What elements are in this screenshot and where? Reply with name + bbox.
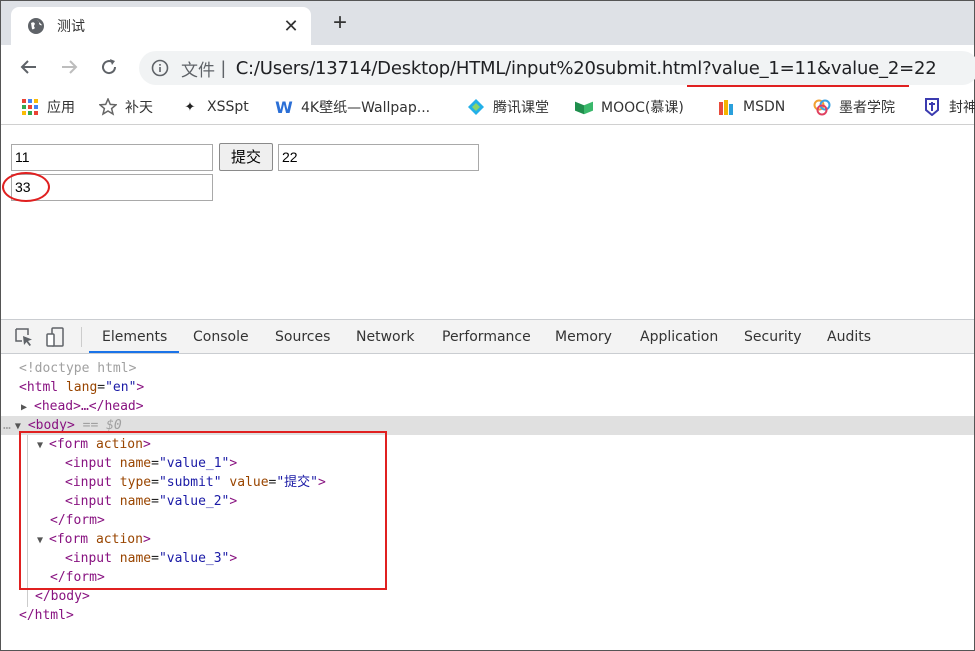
arrow-right-icon	[62, 60, 78, 74]
bookmark-msdn[interactable]: MSDN	[717, 97, 785, 117]
bookmark-mooc[interactable]: MOOC(慕课)	[575, 97, 684, 117]
dom-line-doctype[interactable]: <!doctype html>	[19, 359, 136, 378]
value-1-input[interactable]: 11	[11, 144, 213, 171]
tab-console[interactable]: Console	[193, 320, 249, 354]
xss-icon: ✦	[184, 99, 196, 115]
reload-icon	[102, 59, 117, 75]
bookmark-label: MOOC(慕课)	[601, 100, 684, 116]
bookmark-label: 应用	[47, 100, 75, 116]
tab-performance[interactable]: Performance	[442, 320, 531, 354]
star-icon	[99, 98, 117, 116]
address-bar[interactable]: 文件 | C:/Users/13714/Desktop/HTML/input%2…	[139, 51, 975, 85]
url-text[interactable]: C:/Users/13714/Desktop/HTML/input%20subm…	[236, 58, 937, 79]
tab-memory[interactable]: Memory	[555, 320, 612, 354]
bookmark-label: MSDN	[743, 99, 786, 115]
tab-application[interactable]: Application	[640, 320, 718, 354]
page-viewport: 11 提交 22 33	[1, 126, 974, 319]
bookmark-label: 腾讯课堂	[493, 100, 549, 116]
bookmark-label: XSSpt	[207, 99, 249, 115]
arrow-left-icon	[20, 60, 36, 74]
bookmark-xsspt[interactable]: ✦ XSSpt	[181, 97, 249, 117]
bookmark-label: 4K壁纸—Wallpap...	[301, 100, 431, 116]
tencent-class-icon	[467, 98, 485, 116]
devtools-divider	[81, 327, 82, 347]
bookmark-apps[interactable]: 应用	[21, 97, 75, 117]
forward-button[interactable]	[56, 54, 82, 80]
bookmark-label: 封神	[949, 100, 975, 116]
tab-strip: 测试 ✕ +	[1, 1, 974, 45]
bookmark-fengshen[interactable]: 封神	[923, 97, 975, 117]
tab-network[interactable]: Network	[356, 320, 414, 354]
reload-button[interactable]	[96, 54, 122, 80]
value-2-input[interactable]: 22	[278, 144, 479, 171]
wallpaper-icon: W	[275, 97, 293, 117]
bookmark-wallpaper[interactable]: W 4K壁纸—Wallpap...	[275, 97, 430, 117]
tab-elements[interactable]: Elements	[102, 320, 167, 354]
tab-audits[interactable]: Audits	[827, 320, 871, 354]
bookmarks-bar: 应用 补天 ✦ XSSpt W 4K壁纸—Wallpap... 腾讯课堂 MOO…	[1, 89, 975, 125]
devtools-panel: Elements Console Sources Network Perform…	[1, 319, 974, 650]
close-tab-icon[interactable]: ✕	[281, 16, 301, 36]
active-tab-indicator	[89, 351, 179, 353]
ellipsis-icon: …	[3, 418, 11, 433]
devtools-tabbar: Elements Console Sources Network Perform…	[1, 320, 974, 354]
mooc-icon	[575, 98, 593, 116]
info-icon[interactable]	[151, 59, 169, 77]
bookmark-butian[interactable]: 补天	[99, 97, 153, 117]
dom-line-head[interactable]: ▶ <head>…</head>	[21, 397, 144, 416]
back-button[interactable]	[16, 54, 42, 80]
mozhe-icon	[813, 98, 831, 116]
url-scheme: 文件	[181, 60, 215, 81]
apps-grid-icon	[21, 98, 39, 116]
url-query-underline	[687, 85, 909, 87]
tab-sources[interactable]: Sources	[275, 320, 330, 354]
bookmark-label: 补天	[125, 100, 153, 116]
dom-line-html[interactable]: <html lang="en">	[19, 378, 144, 397]
fengshen-icon	[923, 98, 941, 116]
inspect-element-icon[interactable]	[14, 327, 34, 347]
tab-security[interactable]: Security	[744, 320, 802, 354]
browser-tab[interactable]: 测试 ✕	[11, 7, 311, 45]
expand-arrow-icon[interactable]: ▶	[21, 398, 31, 417]
new-tab-button[interactable]: +	[327, 10, 353, 36]
submit-button[interactable]: 提交	[219, 143, 273, 171]
bookmark-label: 墨者学院	[839, 100, 895, 116]
device-toolbar-icon[interactable]	[46, 327, 66, 347]
bookmark-tencent-class[interactable]: 腾讯课堂	[467, 97, 549, 117]
highlight-circle	[2, 172, 50, 202]
highlight-box	[19, 431, 387, 590]
url-separator: |	[221, 57, 226, 78]
dom-line-html-close[interactable]: </html>	[19, 606, 74, 625]
toolbar: 文件 | C:/Users/13714/Desktop/HTML/input%2…	[1, 45, 975, 89]
msdn-icon	[717, 98, 735, 116]
bookmark-mozhe[interactable]: 墨者学院	[813, 97, 895, 117]
globe-icon	[28, 18, 44, 34]
tab-title: 测试	[57, 19, 85, 35]
